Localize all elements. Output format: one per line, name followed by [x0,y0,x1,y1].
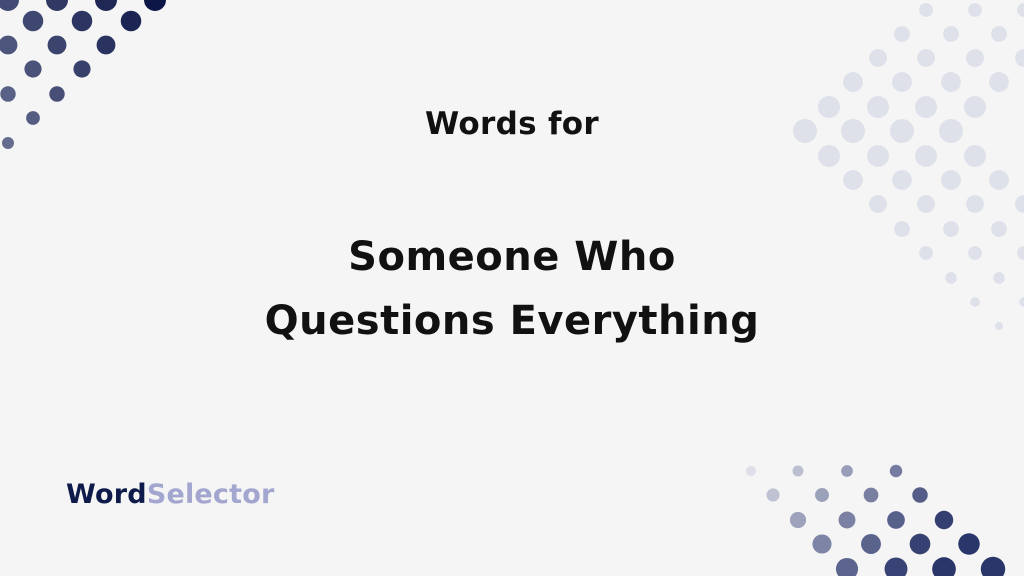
bottom-right-dot [958,533,980,555]
bottom-right-dot [766,488,780,502]
bottom-right-dot [909,533,931,555]
bottom-right-dot [887,511,905,529]
top-right-dot [989,72,1009,92]
top-right-dot [818,145,840,167]
top-left-dot [47,35,67,55]
top-right-dot [991,26,1007,42]
top-left-dot [120,10,142,32]
top-left-dot [96,35,116,55]
top-right-dot [892,72,912,92]
top-right-dot [919,3,933,17]
top-right-dot [966,49,984,67]
top-right-dot [964,145,986,167]
brand-logo-word: Word [66,479,147,510]
title-line-1: Someone Who [348,234,676,280]
top-right-dot [1015,49,1024,67]
top-left-dot [0,86,16,102]
top-right-dot [941,170,961,190]
bottom-right-dot [835,557,859,576]
bottom-right-dot [912,487,928,503]
top-right-dot [867,145,889,167]
top-left-dot [71,10,93,32]
top-left-dot [22,10,44,32]
bottom-right-dot [863,487,879,503]
top-left-dot [95,0,117,11]
top-right-dot [917,49,935,67]
top-right-dot [892,170,912,190]
top-right-dot [968,3,982,17]
top-right-dot [989,170,1009,190]
top-left-dot [49,86,65,102]
top-left-dot [0,35,18,55]
bottom-right-dot [934,510,954,530]
top-right-dot [915,145,937,167]
bottom-right-dot [932,557,956,576]
title-line-2: Questions Everything [264,298,760,344]
top-right-dot [843,72,863,92]
bottom-right-dot [792,465,804,477]
bottom-right-dot [812,534,832,554]
bottom-right-dot [841,465,853,477]
bottom-right-dot [815,488,829,502]
top-right-dot [843,170,863,190]
top-right-dot [869,195,887,213]
bottom-right-dot [980,556,1006,576]
top-right-dot [943,26,959,42]
top-right-dot [869,49,887,67]
top-right-dot [894,26,910,42]
bottom-right-dot [861,534,881,554]
page-subtitle: Words for [425,106,599,142]
bottom-right-dot [789,511,807,529]
brand-logo: WordSelector [66,479,275,510]
top-left-dot [73,60,91,78]
top-left-dot [0,0,19,11]
brand-logo-selector: Selector [146,479,275,510]
top-right-dot [1015,195,1024,213]
bottom-right-dot [884,557,908,576]
bottom-right-dot [889,464,903,478]
top-right-dot [1017,3,1024,17]
top-left-dot [24,60,42,78]
top-right-dot [917,195,935,213]
top-right-dot [941,72,961,92]
bottom-right-dot [838,511,856,529]
bottom-right-dot [745,465,757,477]
top-left-dot [144,0,166,11]
top-left-dot [46,0,68,11]
top-right-dot [966,195,984,213]
page-title: Someone Who Questions Everything [0,225,1024,353]
